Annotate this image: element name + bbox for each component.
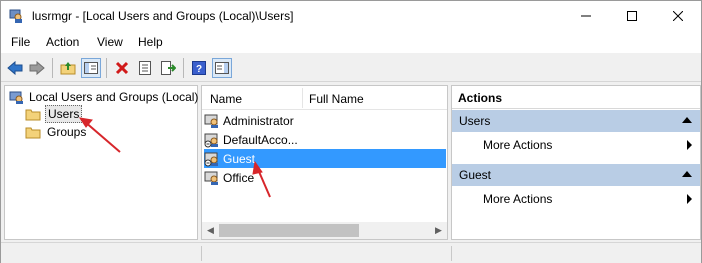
status-bar [1, 242, 701, 263]
forward-icon[interactable] [27, 58, 47, 78]
list-header: Name Full Name [202, 86, 447, 110]
collapse-up-icon[interactable] [682, 117, 692, 123]
actions-title: Actions [458, 91, 503, 105]
user-disabled-icon [204, 152, 218, 166]
tree-root-label: Local Users and Groups (Local) [29, 90, 199, 104]
more-actions-users[interactable]: More Actions [452, 134, 700, 156]
horizontal-scrollbar[interactable]: ◀ ▶ [202, 222, 447, 239]
list-item-guest[interactable]: Guest [204, 149, 446, 168]
back-icon[interactable] [5, 58, 25, 78]
tree-root[interactable]: Local Users and Groups (Local) [9, 89, 198, 105]
list-item-name: Guest [223, 151, 256, 166]
menu-help[interactable]: Help [138, 35, 163, 49]
tree-item-groups-label: Groups [47, 125, 87, 139]
menu-bar: File Action View Help [1, 31, 701, 53]
close-button[interactable] [655, 1, 701, 31]
folder-icon [25, 127, 41, 139]
user-icon [204, 171, 218, 185]
scroll-right-icon[interactable]: ▶ [430, 222, 447, 239]
local-users-groups-icon [9, 91, 23, 104]
toolbar: ? [1, 54, 701, 82]
list-item-name: DefaultAcco... [223, 132, 298, 147]
up-folder-icon[interactable] [58, 58, 78, 78]
users-list: Name Full Name Administrator DefaultAcco… [201, 85, 448, 240]
folder-icon [25, 109, 41, 121]
svg-text:?: ? [196, 64, 202, 75]
tree-item-users-label: Users [45, 105, 83, 123]
action-label: More Actions [483, 192, 553, 206]
minimize-button[interactable] [563, 1, 609, 31]
list-item-name: Office [223, 170, 255, 185]
actions-section-title: Users [459, 114, 491, 128]
menu-view[interactable]: View [97, 35, 123, 49]
actions-header: Actions [452, 86, 700, 109]
column-header-full-name[interactable]: Full Name [309, 92, 364, 106]
mmc-window: lusrmgr - [Local Users and Groups (Local… [0, 0, 702, 263]
list-item-administrator[interactable]: Administrator [204, 111, 446, 130]
delete-icon[interactable] [112, 58, 132, 78]
user-icon [204, 114, 218, 128]
action-label: More Actions [483, 138, 553, 152]
menu-file[interactable]: File [11, 35, 30, 49]
submenu-arrow-icon [687, 140, 692, 150]
show-hide-action-pane-icon[interactable] [212, 58, 232, 78]
column-header-name[interactable]: Name [210, 92, 242, 106]
more-actions-guest[interactable]: More Actions [452, 188, 700, 210]
window-title: lusrmgr - [Local Users and Groups (Local… [32, 9, 294, 23]
collapse-up-icon[interactable] [682, 171, 692, 177]
list-item-office[interactable]: Office [204, 168, 446, 187]
console-tree: Local Users and Groups (Local) Users Gro… [4, 85, 198, 240]
maximize-button[interactable] [609, 1, 655, 31]
scrollbar-thumb[interactable] [219, 224, 359, 237]
scroll-left-icon[interactable]: ◀ [202, 222, 219, 239]
tree-item-groups[interactable]: Groups [25, 123, 88, 141]
submenu-arrow-icon [687, 194, 692, 204]
user-disabled-icon [204, 133, 218, 147]
show-hide-tree-icon[interactable] [81, 58, 101, 78]
users-app-icon [9, 8, 25, 24]
actions-section-guest[interactable]: Guest [452, 164, 700, 186]
list-item-defaultaccount[interactable]: DefaultAcco... [204, 130, 446, 149]
actions-section-users[interactable]: Users [452, 110, 700, 132]
help-icon[interactable]: ? [189, 58, 209, 78]
menu-action[interactable]: Action [46, 35, 79, 49]
tree-item-users[interactable]: Users [25, 105, 83, 123]
actions-section-title: Guest [459, 168, 492, 182]
actions-pane: Actions Users More Actions Guest More Ac… [451, 85, 701, 240]
title-bar[interactable]: lusrmgr - [Local Users and Groups (Local… [1, 1, 701, 31]
properties-icon[interactable] [135, 58, 155, 78]
list-item-name: Administrator [223, 113, 294, 128]
export-list-icon[interactable] [158, 58, 178, 78]
